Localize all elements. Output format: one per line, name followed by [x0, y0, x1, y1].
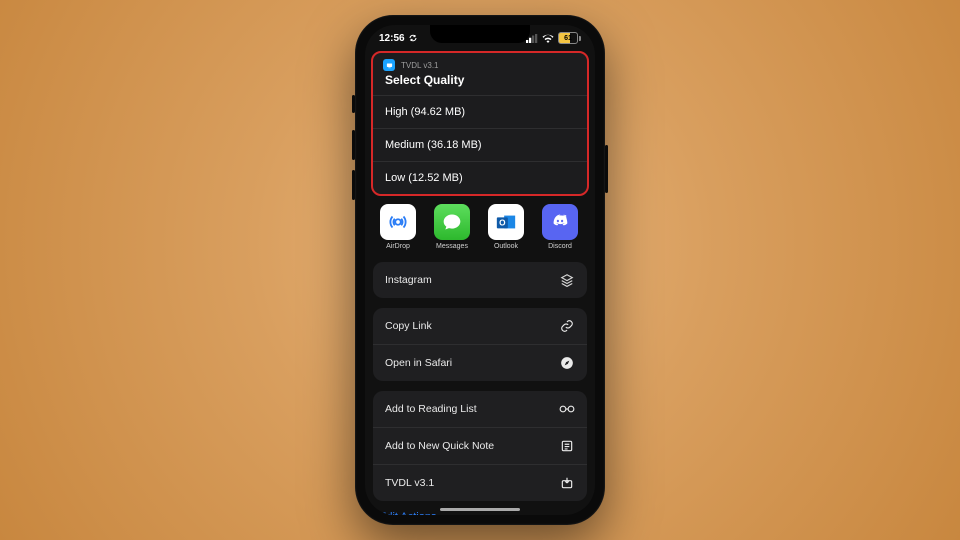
action-group-1: Instagram [373, 262, 587, 298]
action-tvdl[interactable]: TVDL v3.1 [373, 464, 587, 501]
app-label: Discord [548, 243, 572, 250]
tvdl-app-icon [383, 59, 395, 71]
action-label: Add to Reading List [385, 403, 477, 415]
screen: 12:56 61 [365, 25, 595, 515]
action-copy-link[interactable]: Copy Link [373, 308, 587, 344]
action-label: TVDL v3.1 [385, 477, 434, 489]
volume-down-button [352, 170, 355, 200]
svg-text:O: O [499, 219, 506, 228]
panel-title: Select Quality [373, 73, 587, 95]
stack-icon [559, 272, 575, 288]
action-group-3: Add to Reading List Add to New Quick Not… [373, 391, 587, 501]
glasses-icon [559, 401, 575, 417]
panel-app-name: TVDL v3.1 [401, 61, 439, 70]
compass-icon [559, 355, 575, 371]
action-quick-note[interactable]: Add to New Quick Note [373, 427, 587, 464]
share-target-outlook[interactable]: O Outlook [485, 204, 527, 250]
share-target-discord[interactable]: Discord [539, 204, 581, 250]
silence-switch [352, 95, 355, 113]
battery-indicator: 61 [558, 32, 581, 44]
note-icon [559, 438, 575, 454]
action-label: Add to New Quick Note [385, 440, 494, 452]
power-button [605, 145, 608, 193]
outlook-icon: O [488, 204, 524, 240]
airdrop-icon [380, 204, 416, 240]
wifi-icon [542, 34, 554, 43]
share-app-row: AirDrop Messages O Outlook [365, 196, 595, 252]
discord-icon [542, 204, 578, 240]
share-target-messages[interactable]: Messages [431, 204, 473, 250]
quality-option-high[interactable]: High (94.62 MB) [373, 95, 587, 128]
battery-level: 61 [558, 32, 578, 44]
link-icon [559, 318, 575, 334]
action-label: Copy Link [385, 320, 432, 332]
app-label: Messages [436, 243, 468, 250]
panel-header: TVDL v3.1 [373, 53, 587, 73]
share-target-airdrop[interactable]: AirDrop [377, 204, 419, 250]
action-reading-list[interactable]: Add to Reading List [373, 391, 587, 427]
app-label: AirDrop [386, 243, 410, 250]
action-group-2: Copy Link Open in Safari [373, 308, 587, 381]
download-box-icon [559, 475, 575, 491]
sync-icon [409, 34, 417, 42]
stage: 12:56 61 [0, 0, 960, 540]
phone-frame: 12:56 61 [355, 15, 605, 525]
volume-up-button [352, 130, 355, 160]
notch [430, 25, 530, 43]
action-label: Open in Safari [385, 357, 452, 369]
home-indicator[interactable] [440, 508, 520, 511]
quality-option-medium[interactable]: Medium (36.18 MB) [373, 128, 587, 161]
action-instagram[interactable]: Instagram [373, 262, 587, 298]
messages-icon [434, 204, 470, 240]
action-label: Instagram [385, 274, 432, 286]
quality-panel: TVDL v3.1 Select Quality High (94.62 MB)… [371, 51, 589, 196]
app-label: Outlook [494, 243, 518, 250]
action-open-safari[interactable]: Open in Safari [373, 344, 587, 381]
quality-option-low[interactable]: Low (12.52 MB) [373, 161, 587, 194]
clock: 12:56 [379, 33, 405, 44]
